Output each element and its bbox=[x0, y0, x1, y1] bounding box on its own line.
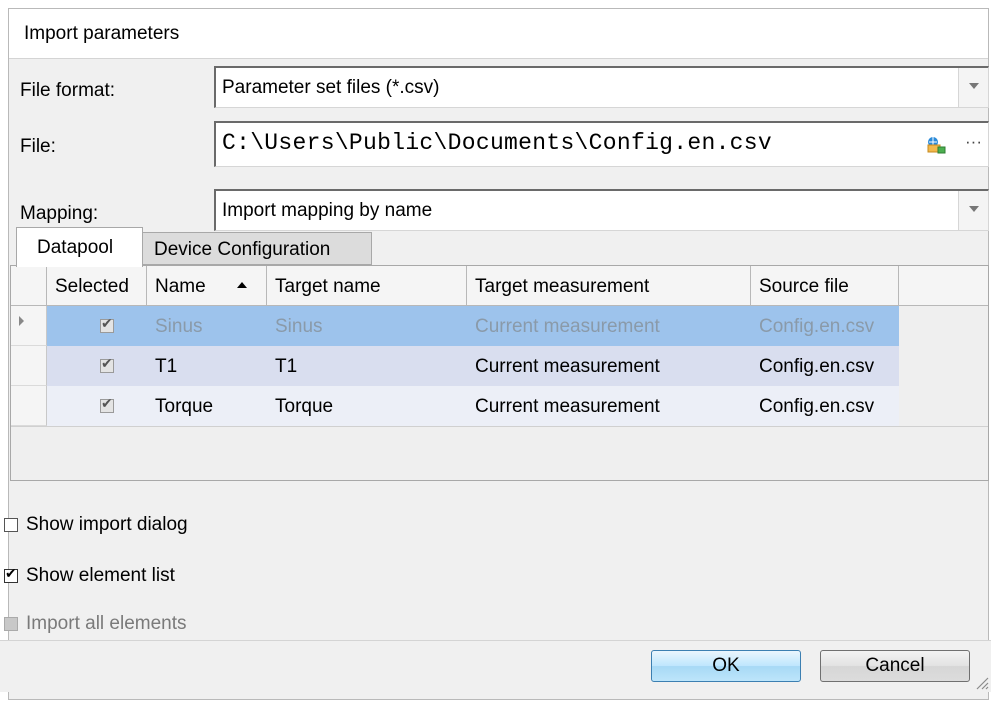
mapping-label: Mapping: bbox=[20, 203, 99, 224]
tab-device-configuration[interactable]: Device Configuration bbox=[142, 232, 372, 265]
table-row[interactable]: T1 T1 Current measurement Config.en.csv bbox=[11, 346, 899, 386]
cell-name: Sinus bbox=[155, 316, 203, 337]
file-path-value: C:\Users\Public\Documents\Config.en.csv bbox=[222, 130, 772, 156]
row-selected-checkbox[interactable] bbox=[100, 396, 114, 413]
cell-target-measurement: Current measurement bbox=[475, 316, 660, 337]
row-pointer-icon bbox=[19, 316, 24, 326]
grid-divider bbox=[11, 426, 988, 427]
cell-name: Torque bbox=[155, 396, 214, 417]
tab-datapool[interactable]: Datapool bbox=[16, 227, 143, 267]
file-path-field[interactable]: C:\Users\Public\Documents\Config.en.csv … bbox=[214, 121, 989, 167]
show-element-list-checkbox[interactable] bbox=[4, 566, 18, 583]
table-row[interactable]: Torque Torque Current measurement Config… bbox=[11, 386, 899, 426]
dialog-title: Import parameters bbox=[24, 23, 180, 44]
row-header[interactable] bbox=[11, 386, 47, 426]
row-selected-checkbox[interactable] bbox=[100, 356, 114, 373]
cell-target-name: T1 bbox=[275, 356, 298, 377]
column-header-target-measurement[interactable]: Target measurement bbox=[467, 266, 751, 306]
dialog-footer: OK Cancel bbox=[0, 641, 991, 692]
chevron-down-icon[interactable] bbox=[958, 68, 988, 107]
resize-grip-icon[interactable] bbox=[973, 674, 989, 690]
row-header-corner bbox=[11, 266, 47, 306]
table-header: Selected Name Target name Target measure… bbox=[11, 266, 988, 306]
column-header-source-file[interactable]: Source file bbox=[751, 266, 899, 306]
row-header[interactable] bbox=[11, 346, 47, 386]
cell-target-measurement: Current measurement bbox=[475, 356, 660, 377]
show-import-dialog-label[interactable]: Show import dialog bbox=[26, 514, 188, 536]
column-header-target-name[interactable]: Target name bbox=[267, 266, 467, 306]
cell-source-file: Config.en.csv bbox=[759, 316, 875, 337]
ok-button[interactable]: OK bbox=[651, 650, 801, 682]
file-format-dropdown[interactable]: Parameter set files (*.csv) bbox=[214, 66, 989, 108]
column-header-name[interactable]: Name bbox=[147, 266, 267, 306]
show-element-list-label[interactable]: Show element list bbox=[26, 565, 175, 587]
column-header-filler bbox=[899, 266, 988, 306]
column-header-selected[interactable]: Selected bbox=[47, 266, 147, 306]
chevron-down-icon[interactable] bbox=[958, 191, 988, 230]
cell-target-name: Sinus bbox=[275, 316, 323, 337]
title-bar: Import parameters bbox=[9, 9, 988, 59]
cell-target-name: Torque bbox=[275, 396, 334, 417]
sort-ascending-icon bbox=[237, 282, 247, 288]
browse-button[interactable]: ··· bbox=[965, 132, 982, 152]
cell-target-measurement: Current measurement bbox=[475, 396, 660, 417]
folder-network-icon[interactable] bbox=[926, 136, 946, 154]
row-selected-checkbox[interactable] bbox=[100, 316, 114, 333]
parameters-table: Selected Name Target name Target measure… bbox=[10, 265, 989, 481]
cell-name: T1 bbox=[155, 356, 178, 377]
table-row[interactable]: Sinus Sinus Current measurement Config.e… bbox=[11, 306, 899, 346]
import-all-elements-checkbox bbox=[4, 617, 18, 631]
tab-device-configuration-label: Device Configuration bbox=[154, 239, 331, 260]
mapping-value: Import mapping by name bbox=[222, 200, 433, 221]
cell-source-file: Config.en.csv bbox=[759, 356, 875, 377]
cell-source-file: Config.en.csv bbox=[759, 396, 875, 417]
show-import-dialog-checkbox[interactable] bbox=[4, 518, 18, 532]
mapping-dropdown[interactable]: Import mapping by name bbox=[214, 189, 989, 231]
file-label: File: bbox=[20, 136, 56, 157]
import-all-elements-label: Import all elements bbox=[26, 613, 187, 634]
cancel-button[interactable]: Cancel bbox=[820, 650, 970, 682]
row-header[interactable] bbox=[11, 306, 47, 346]
file-format-value: Parameter set files (*.csv) bbox=[222, 77, 440, 98]
tab-datapool-label: Datapool bbox=[37, 237, 114, 258]
file-format-label: File format: bbox=[20, 80, 116, 101]
